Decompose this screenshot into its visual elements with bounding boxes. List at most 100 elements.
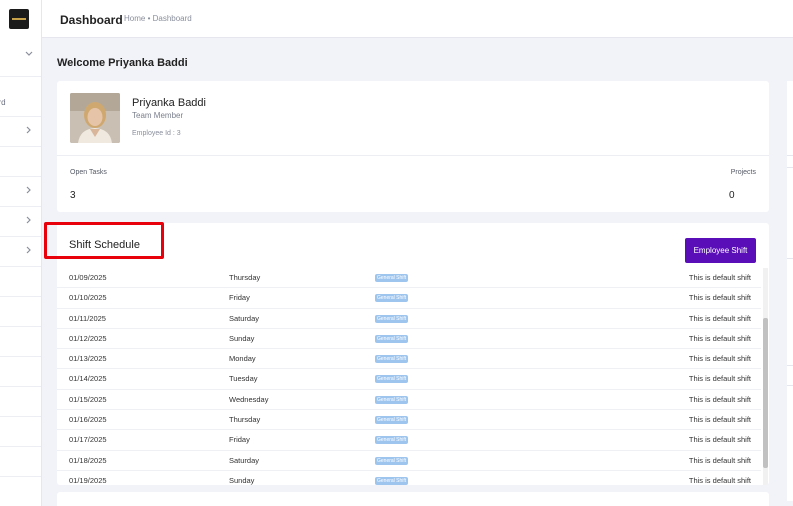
sidebar-divider [0, 116, 41, 117]
shift-badge: General Shift [375, 314, 409, 323]
divider [787, 385, 793, 386]
shift-table: 01/09/2025 Thursday General Shift This is d… [57, 268, 761, 485]
sidebar-divider [0, 386, 41, 387]
shift-date: 01/14/2025 [69, 374, 107, 384]
chevron-right-icon[interactable] [26, 126, 34, 134]
chevron-down-icon[interactable] [25, 49, 33, 57]
shift-description: This is default shift [688, 455, 751, 465]
shift-date: 01/09/2025 [69, 273, 107, 282]
chevron-right-icon[interactable] [26, 246, 34, 254]
table-row: 01/17/2025 Friday General Shift This is def… [57, 430, 761, 451]
divider [787, 258, 793, 259]
shift-description: This is default shift [688, 293, 751, 303]
profile-card: Priyanka Baddi Team Member Employee Id :… [57, 81, 769, 212]
divider [787, 365, 793, 366]
shift-description: This is default shift [688, 435, 751, 445]
employee-id: Employee Id : 3 [132, 130, 181, 137]
right-panel-edge [787, 81, 793, 501]
sidebar-divider [0, 176, 41, 177]
chevron-right-icon[interactable] [26, 186, 34, 194]
scrollbar[interactable] [763, 268, 768, 485]
table-row: 01/11/2025 Saturday General Shift This is d… [57, 309, 761, 329]
shift-day: Saturday [229, 313, 260, 323]
shift-date: 01/13/2025 [69, 354, 107, 364]
divider [57, 155, 769, 156]
profile-role: Team Member [132, 111, 184, 120]
shift-day: Sunday [229, 475, 255, 485]
welcome-heading: Welcome Priyanka Baddi [57, 57, 188, 69]
projects-label: Projects [730, 169, 756, 176]
table-row: 01/12/2025 Sunday General Shift This is def… [57, 329, 761, 350]
shift-badge: General Shift [375, 355, 409, 364]
open-tasks-label: Open Tasks [70, 169, 107, 176]
sidebar-divider [0, 266, 41, 267]
shift-description: This is default shift [688, 313, 751, 323]
chevron-right-icon[interactable] [26, 216, 34, 224]
company-logo[interactable] [9, 9, 29, 29]
table-row: 01/15/2025 Wednesday General Shift This is … [57, 390, 761, 411]
shift-date: 01/19/2025 [69, 475, 107, 485]
breadcrumb[interactable]: Home • Dashboard [124, 14, 192, 23]
top-bar: Dashboard Home • Dashboard [42, 0, 793, 38]
shift-day: Wednesday [229, 394, 269, 404]
projects-count: 0 [729, 190, 735, 201]
sidebar-divider [0, 236, 41, 237]
shift-day: Tuesday [229, 374, 258, 384]
divider [787, 167, 793, 168]
shift-day: Thursday [229, 415, 261, 425]
shift-description: This is default shift [688, 394, 751, 404]
sidebar-divider [0, 416, 41, 417]
next-card [57, 492, 769, 506]
sidebar-divider [0, 206, 41, 207]
shift-badge: General Shift [375, 476, 409, 485]
table-row: 01/19/2025 Sunday General Shift This is def… [57, 471, 761, 485]
scrollbar-thumb[interactable] [763, 318, 768, 468]
sidebar-divider [0, 76, 41, 77]
shift-day: Sunday [229, 333, 255, 343]
divider [787, 155, 793, 156]
sidebar-divider [0, 326, 41, 327]
shift-schedule-title: Shift Schedule [69, 239, 140, 251]
shift-description: This is default shift [688, 374, 751, 384]
shift-badge: General Shift [375, 375, 409, 384]
sidebar: ard [0, 0, 42, 506]
shift-date: 01/10/2025 [69, 293, 107, 303]
page-title: Dashboard [60, 13, 123, 27]
sidebar-divider [0, 356, 41, 357]
shift-description: This is default shift [688, 475, 751, 485]
open-tasks-count: 3 [70, 190, 76, 201]
table-row: 01/09/2025 Thursday General Shift This is d… [57, 268, 761, 289]
shift-day: Friday [229, 293, 250, 303]
profile-name: Priyanka Baddi [132, 97, 206, 109]
table-row: 01/13/2025 Monday General Shift This is def… [57, 349, 761, 370]
shift-date: 01/16/2025 [69, 415, 107, 425]
sidebar-item-label[interactable]: ard [0, 98, 6, 107]
shift-badge: General Shift [375, 294, 409, 303]
shift-description: This is default shift [688, 333, 751, 343]
shift-badge: General Shift [375, 456, 409, 465]
shift-badge: General Shift [375, 436, 409, 445]
shift-badge: General Shift [375, 274, 409, 282]
shift-day: Saturday [229, 455, 260, 465]
shift-description: This is default shift [688, 415, 751, 425]
table-row: 01/14/2025 Tuesday General Shift This is de… [57, 369, 761, 390]
sidebar-divider [0, 476, 41, 477]
shift-date: 01/15/2025 [69, 394, 107, 404]
shift-day: Monday [229, 354, 256, 364]
shift-badge: General Shift [375, 395, 409, 404]
table-row: 01/10/2025 Friday General Shift This is def… [57, 288, 761, 309]
shift-date: 01/18/2025 [69, 455, 107, 465]
shift-badge: General Shift [375, 416, 409, 425]
sidebar-divider [0, 446, 41, 447]
sidebar-divider [0, 146, 41, 147]
employee-shift-button[interactable]: Employee Shift [685, 238, 756, 263]
shift-date: 01/17/2025 [69, 435, 107, 445]
table-row: 01/16/2025 Thursday General Shift This is d… [57, 410, 761, 431]
sidebar-divider [0, 296, 41, 297]
shift-day: Thursday [229, 273, 261, 282]
shift-description: This is default shift [688, 354, 751, 364]
shift-badge: General Shift [375, 334, 409, 343]
shift-date: 01/12/2025 [69, 333, 107, 343]
shift-description: This is default shift [688, 273, 751, 282]
shift-day: Friday [229, 435, 250, 445]
